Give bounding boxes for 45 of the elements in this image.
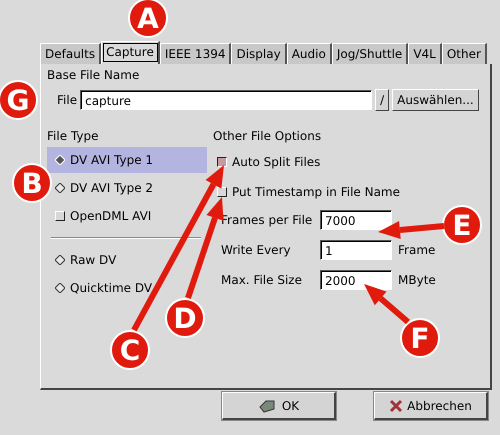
number-field[interactable]: 2000 (320, 270, 392, 290)
tab[interactable]: Jog/Shuttle (332, 43, 408, 64)
checkbox[interactable] (217, 157, 227, 167)
tab[interactable]: Capture (101, 41, 160, 64)
radio-option[interactable]: Raw DV (51, 247, 207, 273)
ok-button[interactable]: OK (222, 392, 336, 420)
callout-badge: E (442, 205, 482, 245)
file-input[interactable]: capture (80, 90, 372, 110)
close-icon (389, 398, 404, 412)
checkbox-label: Put Timestamp in File Name (232, 185, 400, 199)
checkbox-label: OpenDML AVI (70, 209, 152, 223)
callout-arrow (378, 221, 444, 239)
checkbox-label: Auto Split Files (232, 155, 320, 169)
browse-button[interactable]: Auswählen... (392, 89, 479, 111)
callout-badge: C (110, 330, 150, 370)
cancel-button[interactable]: Abbrechen (374, 392, 488, 420)
unit-label: MByte (398, 273, 436, 287)
tab[interactable]: Display (231, 43, 287, 64)
section-heading: Other File Options (213, 129, 322, 145)
field-label: Frames per File (221, 213, 314, 227)
radio-option[interactable]: DV AVI Type 2 (51, 175, 207, 201)
tab[interactable]: IEEE 1394 (160, 43, 232, 64)
tab[interactable]: Defaults (40, 43, 102, 64)
field-label: Write Every (221, 243, 292, 257)
radio-option[interactable]: Quicktime DV (51, 275, 207, 301)
unit-label: Frame (398, 243, 436, 257)
callout-badge: G (0, 80, 38, 120)
callout-badge: B (12, 163, 52, 203)
number-field[interactable]: 1 (320, 240, 392, 260)
radio-button[interactable] (55, 283, 65, 293)
callout-badge: F (400, 318, 440, 358)
tab[interactable]: Audio (286, 43, 332, 64)
section-heading: File Type (47, 129, 100, 145)
number-field[interactable]: 7000 (320, 210, 392, 230)
callout-badge: A (128, 0, 168, 38)
dropdown-button[interactable]: / (375, 89, 390, 111)
radio-button[interactable] (55, 255, 65, 265)
tab[interactable]: Other (442, 43, 487, 64)
section-heading: Base File Name (47, 68, 140, 84)
tab[interactable]: V4L (408, 43, 442, 64)
radio-button[interactable] (55, 183, 65, 193)
field-label: Max. File Size (221, 273, 303, 287)
callout-badge: D (165, 298, 205, 338)
radio-option[interactable]: DV AVI Type 1 (47, 147, 207, 173)
field-label: File (57, 93, 78, 107)
